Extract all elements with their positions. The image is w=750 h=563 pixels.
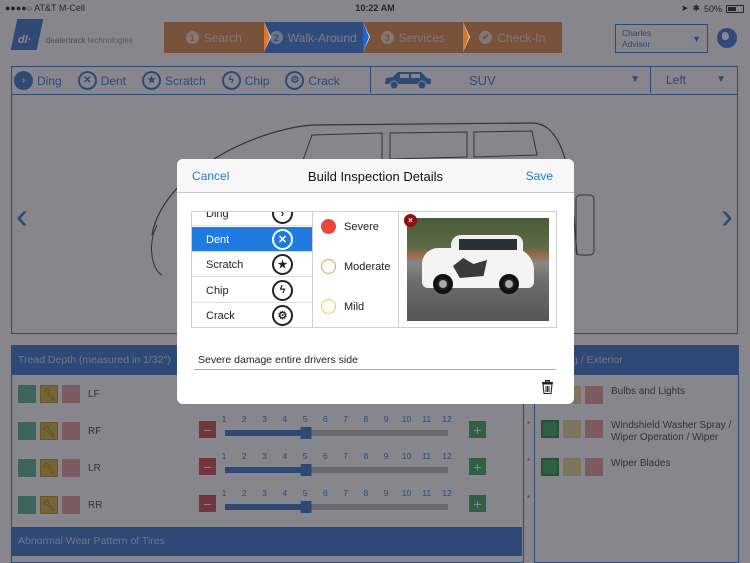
step-arrow <box>363 22 369 52</box>
severity-option-mild[interactable]: Mild <box>321 299 364 314</box>
radio-indicator <box>321 259 336 274</box>
inspection-picker: Ding › Dent ✕ Scratch ★ Chip ϟ Crack ⚙ Severe Mode… <box>191 211 557 328</box>
radio-indicator <box>321 299 336 314</box>
type-option-dent[interactable]: Dent ✕ <box>192 226 312 252</box>
severity-option-severe[interactable]: Severe <box>321 219 379 234</box>
damage-photo[interactable]: × <box>404 214 549 321</box>
modal-title: Build Inspection Details <box>307 169 444 184</box>
chip-icon: ϟ <box>272 279 293 301</box>
damage-type-list[interactable]: Ding › Dent ✕ Scratch ★ Chip ϟ Crack ⚙ <box>192 212 313 327</box>
scratch-icon: ★ <box>272 254 293 275</box>
type-option-label: Chip <box>206 284 229 297</box>
radio-indicator <box>321 219 336 234</box>
notes-input[interactable]: Severe damage entire drivers side <box>194 354 556 370</box>
severity-label: Moderate <box>344 260 391 273</box>
trash-icon[interactable] <box>541 380 554 394</box>
type-option-label: Crack <box>206 310 235 322</box>
inspection-details-modal: Cancel Build Inspection Details Save Din… <box>177 159 574 404</box>
type-option-label: Scratch <box>206 259 244 271</box>
ding-icon: › <box>272 212 293 224</box>
delete-photo-button[interactable]: × <box>404 214 417 227</box>
type-option-label: Dent <box>206 233 230 246</box>
type-option-label: Ding <box>206 212 229 220</box>
modal-header: Cancel Build Inspection Details Save <box>177 159 574 193</box>
type-option-chip[interactable]: Chip ϟ <box>192 278 312 303</box>
dent-icon: ✕ <box>272 228 293 250</box>
step-arrow <box>462 22 469 52</box>
type-option-scratch[interactable]: Scratch ★ <box>192 252 312 277</box>
save-button[interactable]: Save <box>526 169 553 183</box>
crack-icon: ⚙ <box>272 305 293 326</box>
severity-label: Severe <box>344 220 379 233</box>
severity-option-moderate[interactable]: Moderate <box>321 259 390 274</box>
severity-list: Severe Moderate Mild <box>313 212 399 327</box>
step-arrow <box>263 22 270 52</box>
type-option-crack[interactable]: Crack ⚙ <box>192 303 312 327</box>
severity-label: Mild <box>344 300 365 313</box>
type-option-ding[interactable]: Ding › <box>192 212 312 226</box>
damage-photo-image <box>407 218 549 321</box>
